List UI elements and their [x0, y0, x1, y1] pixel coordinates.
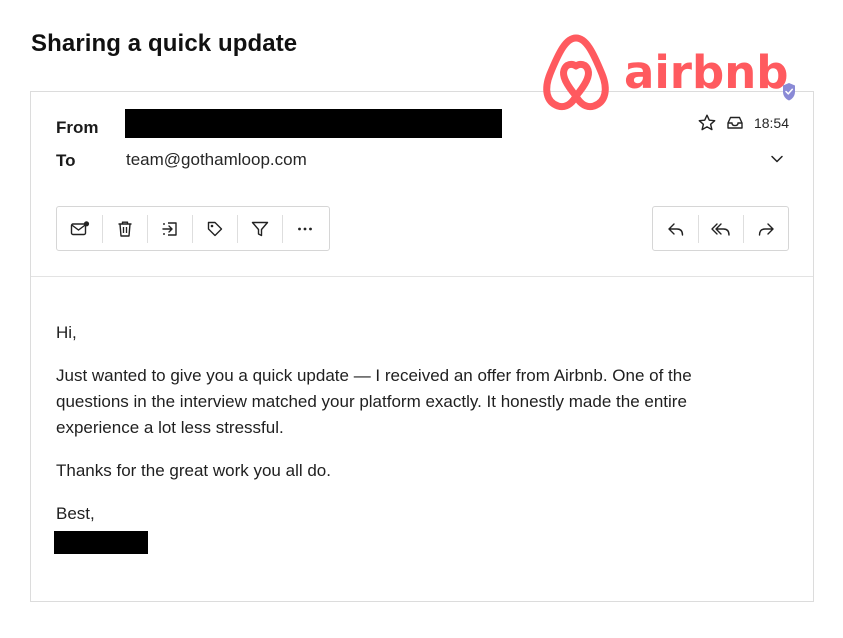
chevron-down-icon[interactable]	[769, 151, 785, 172]
airbnb-wordmark: airbnb	[624, 46, 788, 99]
move-button[interactable]	[147, 207, 192, 250]
closing: Best,	[56, 504, 95, 523]
mark-unread-icon	[70, 220, 89, 235]
filter-button[interactable]	[237, 207, 282, 250]
reply-button[interactable]	[653, 207, 698, 250]
from-label: From	[56, 118, 99, 137]
move-icon	[161, 221, 177, 236]
signature-redacted	[54, 531, 148, 554]
body-paragraph-2: Thanks for the great work you all do.	[56, 461, 331, 480]
to-label: To	[56, 151, 76, 170]
message-meta: 18:54	[697, 113, 789, 133]
message-actions-toolbar	[56, 206, 330, 251]
delete-button[interactable]	[102, 207, 147, 250]
body-paragraph-1: Just wanted to give you a quick update —…	[56, 366, 692, 437]
email-subject: Sharing a quick update	[31, 30, 298, 57]
reply-actions-toolbar	[652, 206, 789, 251]
reply-all-icon	[710, 222, 730, 236]
sender-redacted	[125, 109, 502, 138]
more-actions-button[interactable]	[282, 207, 327, 250]
delete-icon	[118, 221, 131, 237]
email-card: From To team@gothamloop.com 18:54 Hi, Ju…	[30, 91, 814, 602]
header-divider	[31, 276, 813, 277]
greeting: Hi,	[56, 323, 77, 342]
reply-all-button[interactable]	[698, 207, 743, 250]
forward-button[interactable]	[743, 207, 788, 250]
reply-icon	[667, 222, 683, 236]
airbnb-logo: airbnb	[543, 34, 795, 111]
received-time: 18:54	[753, 115, 789, 131]
mark-unread-button[interactable]	[57, 207, 102, 250]
more-icon	[297, 227, 312, 230]
email-body: Hi, Just wanted to give you a quick upda…	[54, 320, 756, 554]
forward-icon	[758, 222, 774, 236]
filter-icon	[251, 221, 268, 236]
inbox-icon	[725, 113, 745, 133]
star-icon[interactable]	[697, 113, 717, 133]
email-reader: Sharing a quick update airbnb From To te…	[0, 0, 843, 638]
tag-icon	[207, 221, 222, 236]
tag-button[interactable]	[192, 207, 237, 250]
recipient-address: team@gothamloop.com	[126, 150, 307, 169]
